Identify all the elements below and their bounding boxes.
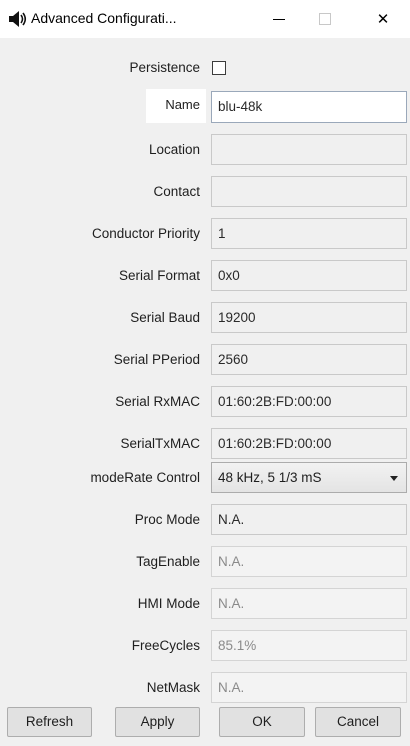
name-input[interactable]: blu-48k bbox=[211, 91, 407, 123]
serial-baud-label: Serial Baud bbox=[130, 310, 200, 325]
net-mask-label: NetMask bbox=[146, 680, 200, 695]
moderate-control-select[interactable]: 48 kHz, 5 1/3 mS bbox=[211, 462, 407, 493]
minimize-button[interactable] bbox=[256, 0, 302, 38]
persistence-label: Persistence bbox=[129, 60, 200, 75]
moderate-control-value: 48 kHz, 5 1/3 mS bbox=[218, 470, 322, 485]
conductor-priority-label: Conductor Priority bbox=[91, 226, 200, 241]
serial-format-label: Serial Format bbox=[118, 268, 200, 283]
title-bar: Advanced Configurati... ✕ bbox=[0, 0, 410, 38]
apply-button[interactable]: Apply bbox=[115, 707, 200, 737]
maximize-icon bbox=[319, 13, 331, 25]
ok-button[interactable]: OK bbox=[219, 707, 305, 737]
serial-rxmac-field[interactable]: 01:60:2B:FD:00:00 bbox=[211, 386, 407, 417]
serial-pperiod-label: Serial PPeriod bbox=[113, 352, 200, 367]
advanced-configuration-window: Advanced Configurati... ✕ Persistence Na… bbox=[0, 0, 410, 746]
location-label: Location bbox=[148, 142, 200, 157]
serial-pperiod-field[interactable]: 2560 bbox=[211, 344, 407, 375]
chevron-down-icon bbox=[390, 476, 398, 481]
persistence-checkbox[interactable] bbox=[212, 61, 226, 75]
moderate-control-label: modeRate Control bbox=[90, 470, 200, 485]
speaker-icon bbox=[9, 11, 27, 27]
window-title: Advanced Configurati... bbox=[31, 10, 177, 26]
minimize-icon bbox=[273, 18, 285, 20]
serial-txmac-field[interactable]: 01:60:2B:FD:00:00 bbox=[211, 428, 407, 459]
tag-enable-field: N.A. bbox=[211, 546, 407, 577]
location-field[interactable] bbox=[211, 134, 407, 165]
cancel-button[interactable]: Cancel bbox=[315, 707, 401, 737]
free-cycles-label: FreeCycles bbox=[131, 638, 200, 653]
hmi-mode-field: N.A. bbox=[211, 588, 407, 619]
maximize-button[interactable] bbox=[302, 0, 348, 38]
tag-enable-label: TagEnable bbox=[136, 554, 200, 569]
serial-baud-field[interactable]: 19200 bbox=[211, 302, 407, 333]
name-label: Name bbox=[165, 97, 200, 112]
hmi-mode-label: HMI Mode bbox=[137, 596, 200, 611]
proc-mode-label: Proc Mode bbox=[134, 512, 200, 527]
close-icon: ✕ bbox=[376, 10, 390, 28]
conductor-priority-field[interactable]: 1 bbox=[211, 218, 407, 249]
proc-mode-field: N.A. bbox=[211, 504, 407, 535]
serial-format-field[interactable]: 0x0 bbox=[211, 260, 407, 291]
serial-txmac-label: SerialTxMAC bbox=[120, 436, 200, 451]
close-button[interactable]: ✕ bbox=[360, 0, 406, 38]
free-cycles-field: 85.1% bbox=[211, 630, 407, 661]
name-label-highlight: Name bbox=[146, 89, 206, 123]
net-mask-field: N.A. bbox=[211, 672, 407, 703]
contact-label: Contact bbox=[153, 184, 200, 199]
refresh-button[interactable]: Refresh bbox=[7, 707, 92, 737]
serial-rxmac-label: Serial RxMAC bbox=[115, 394, 200, 409]
contact-field[interactable] bbox=[211, 176, 407, 207]
